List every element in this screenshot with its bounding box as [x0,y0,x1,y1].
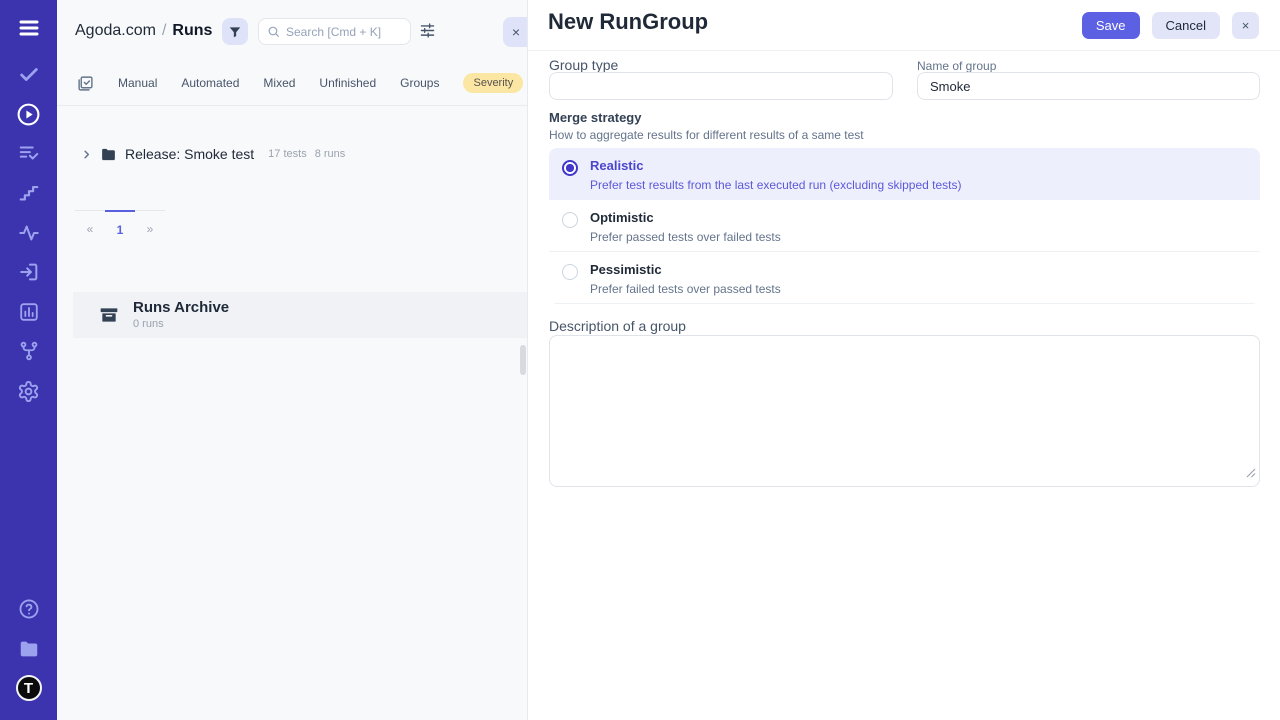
bar-chart-icon[interactable] [0,299,57,325]
merge-strategy-options: Realistic Prefer test results from the l… [549,148,1260,304]
chevron-right-icon[interactable] [81,149,92,160]
sliders-icon [419,22,436,39]
tabs-divider [57,105,527,106]
description-area [549,335,1260,487]
pagination: « 1 » [75,210,165,237]
user-avatar[interactable]: T [0,675,57,701]
tests-count: 17 tests [268,148,307,160]
pagination-page-1[interactable]: 1 [105,210,135,237]
option-optimistic[interactable]: Optimistic Prefer passed tests over fail… [549,200,1260,252]
header-divider [528,50,1280,51]
group-type-label: Group type [549,57,618,73]
form-actions: Save Cancel × [1082,12,1259,39]
breadcrumb-page: Runs [172,22,212,40]
option-title: Realistic [590,159,962,174]
select-all-icon[interactable] [77,75,94,92]
run-group-title: Release: Smoke test [125,146,254,162]
option-description: Prefer passed tests over failed tests [590,230,781,244]
group-type-input[interactable] [549,72,893,100]
gear-icon[interactable] [0,378,57,404]
run-group-row[interactable]: Release: Smoke test 17 tests 8 runs [81,144,345,164]
new-rungroup-panel: New RunGroup Save Cancel × Group type Na… [527,0,1280,720]
option-pessimistic[interactable]: Pessimistic Prefer failed tests over pas… [549,252,1260,304]
page-title: New RunGroup [548,9,708,35]
option-title: Optimistic [590,211,781,226]
panel-close-button[interactable]: × [503,17,527,47]
option-title: Pessimistic [590,263,781,278]
name-of-group-label: Name of group [917,59,996,73]
scrollbar-thumb[interactable] [520,345,526,375]
runs-list-panel: Agoda.com / Runs × Manual Automated Mixe… [57,0,527,720]
tab-manual[interactable]: Manual [118,76,157,90]
breadcrumb: Agoda.com / Runs [75,22,212,40]
branch-icon[interactable] [0,338,57,364]
runs-count: 8 runs [315,148,346,160]
help-icon[interactable] [0,596,57,622]
activity-icon[interactable] [0,220,57,246]
severity-badge[interactable]: Severity [463,73,523,93]
tab-automated[interactable]: Automated [181,76,239,90]
description-textarea[interactable] [549,335,1260,487]
merge-strategy-hint: How to aggregate results for different r… [549,128,864,142]
description-label: Description of a group [549,318,686,334]
archive-title: Runs Archive [133,300,229,317]
merge-strategy-label: Merge strategy [549,110,641,125]
runs-archive-row[interactable]: Runs Archive 0 runs [73,292,527,338]
runs-filter-tabs: Manual Automated Mixed Unfinished Groups… [77,70,527,96]
save-button[interactable]: Save [1082,12,1140,39]
funnel-icon [228,25,242,39]
steps-icon[interactable] [0,180,57,206]
radio-unchecked-icon[interactable] [562,264,578,280]
check-icon[interactable] [0,62,57,88]
search-icon [267,25,280,38]
sign-in-icon[interactable] [0,259,57,285]
tab-mixed[interactable]: Mixed [263,76,295,90]
archive-subtitle: 0 runs [133,318,229,330]
option-description: Prefer failed tests over passed tests [590,282,781,296]
option-description: Prefer test results from the last execut… [590,178,962,192]
list-check-icon[interactable] [0,140,57,166]
tab-unfinished[interactable]: Unfinished [319,76,376,90]
option-realistic[interactable]: Realistic Prefer test results from the l… [549,148,1260,200]
archive-box-icon [99,305,119,325]
tab-groups[interactable]: Groups [400,76,439,90]
breadcrumb-project[interactable]: Agoda.com [75,22,156,40]
breadcrumb-separator: / [162,22,166,40]
avatar-letter: T [16,675,42,701]
folder-icon [100,146,117,163]
close-button[interactable]: × [1232,12,1259,39]
radio-checked-icon[interactable] [562,160,578,176]
search-input[interactable] [286,25,402,39]
cancel-button[interactable]: Cancel [1152,12,1220,39]
radio-unchecked-icon[interactable] [562,212,578,228]
search-box [258,18,411,45]
folder-icon[interactable] [0,636,57,662]
menu-icon[interactable] [0,15,57,41]
name-of-group-input[interactable] [917,72,1260,100]
filter-button[interactable] [222,18,248,45]
play-circle-icon[interactable] [0,101,57,127]
adjustments-button[interactable] [419,22,436,39]
pagination-next[interactable]: » [135,211,165,237]
pagination-prev[interactable]: « [75,211,105,237]
app-sidebar: T [0,0,57,720]
